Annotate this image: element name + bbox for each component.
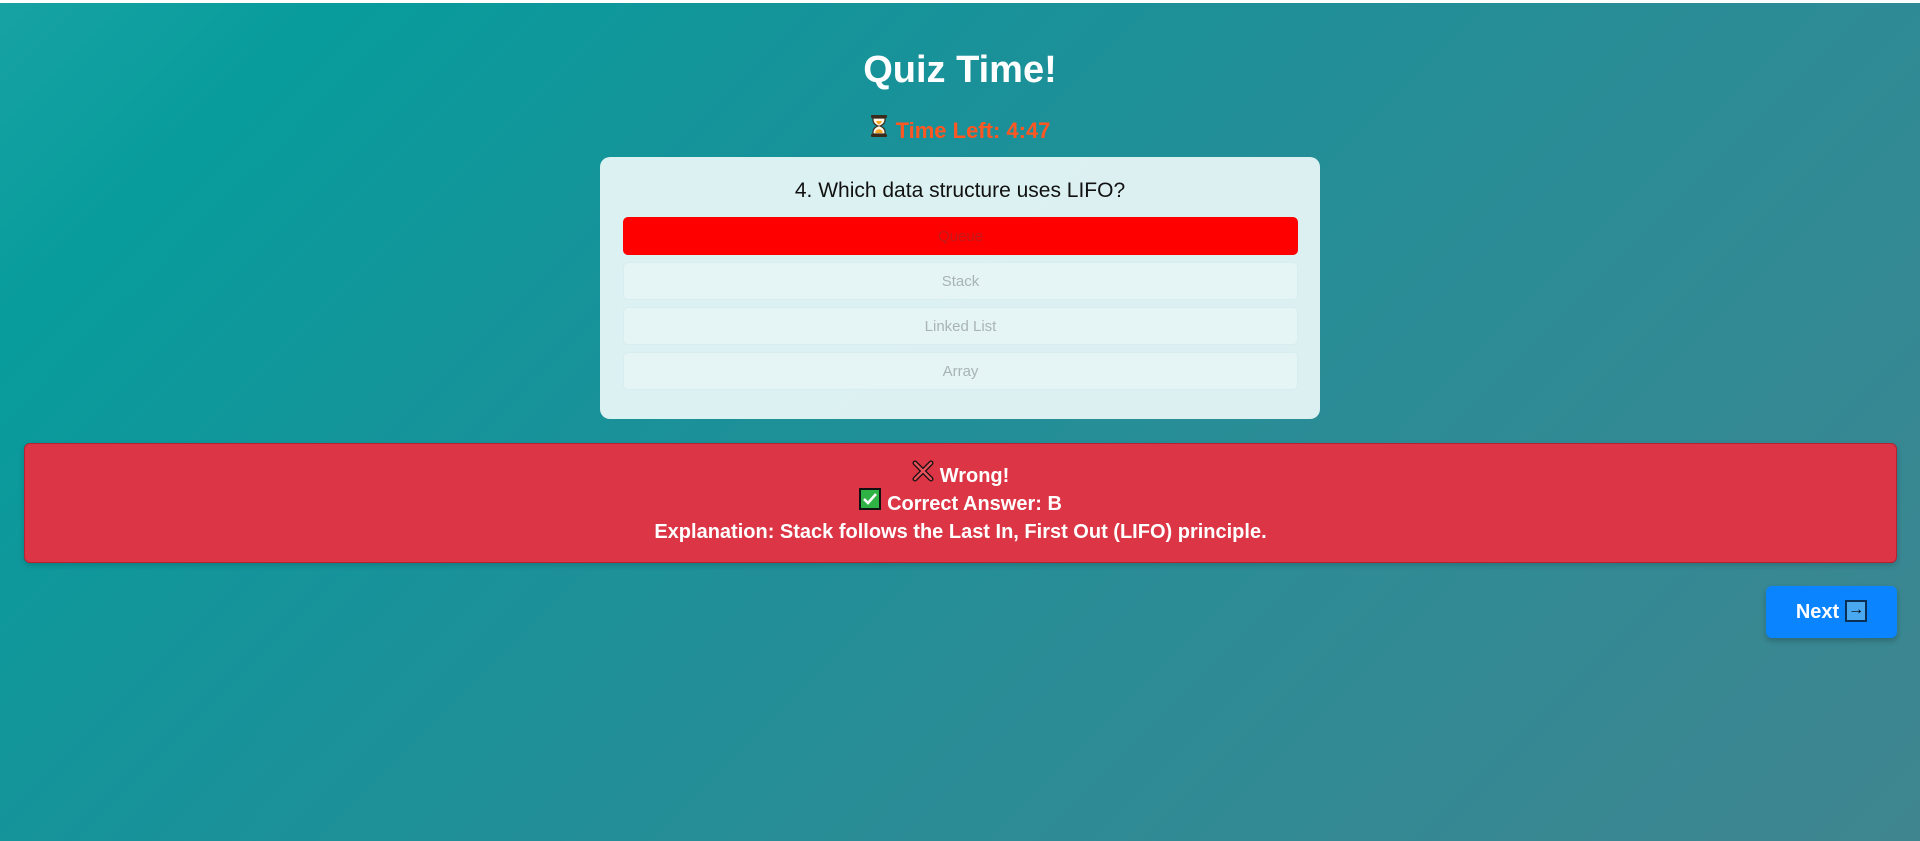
correct-answer: Correct Answer: B [25,488,1896,517]
option-queue[interactable]: Queue [623,217,1298,255]
timer: Time Left: 4:47 [0,114,1920,146]
feedback-panel: Wrong! Correct Answer: B Explanation: St… [24,443,1897,563]
next-button-label: Next [1795,601,1840,623]
correct-answer-text: Correct Answer: B [887,493,1062,515]
arrow-right-icon: → [1845,599,1868,622]
explanation-text: Stack follows the Last In, First Out (LI… [779,521,1267,543]
timer-label: Time Left: 4:47 [895,118,1051,143]
check-mark-icon [859,488,882,517]
cross-icon [912,460,934,489]
option-stack[interactable]: Stack [623,262,1298,300]
option-linked-list[interactable]: Linked List [623,307,1298,345]
explanation: Explanation: Stack follows the Last In, … [25,519,1896,545]
feedback-status: Wrong! [25,460,1896,489]
next-button[interactable]: Next → [1766,586,1897,638]
feedback-status-text: Wrong! [939,465,1010,487]
page-title: Quiz Time! [863,49,1057,91]
hourglass-icon [870,114,888,146]
question-text: 4. Which data structure uses LIFO? [794,179,1126,202]
explanation-label: Explanation: [654,521,775,543]
question-card: 4. Which data structure uses LIFO? Queue… [600,157,1320,419]
option-array[interactable]: Array [623,352,1298,390]
